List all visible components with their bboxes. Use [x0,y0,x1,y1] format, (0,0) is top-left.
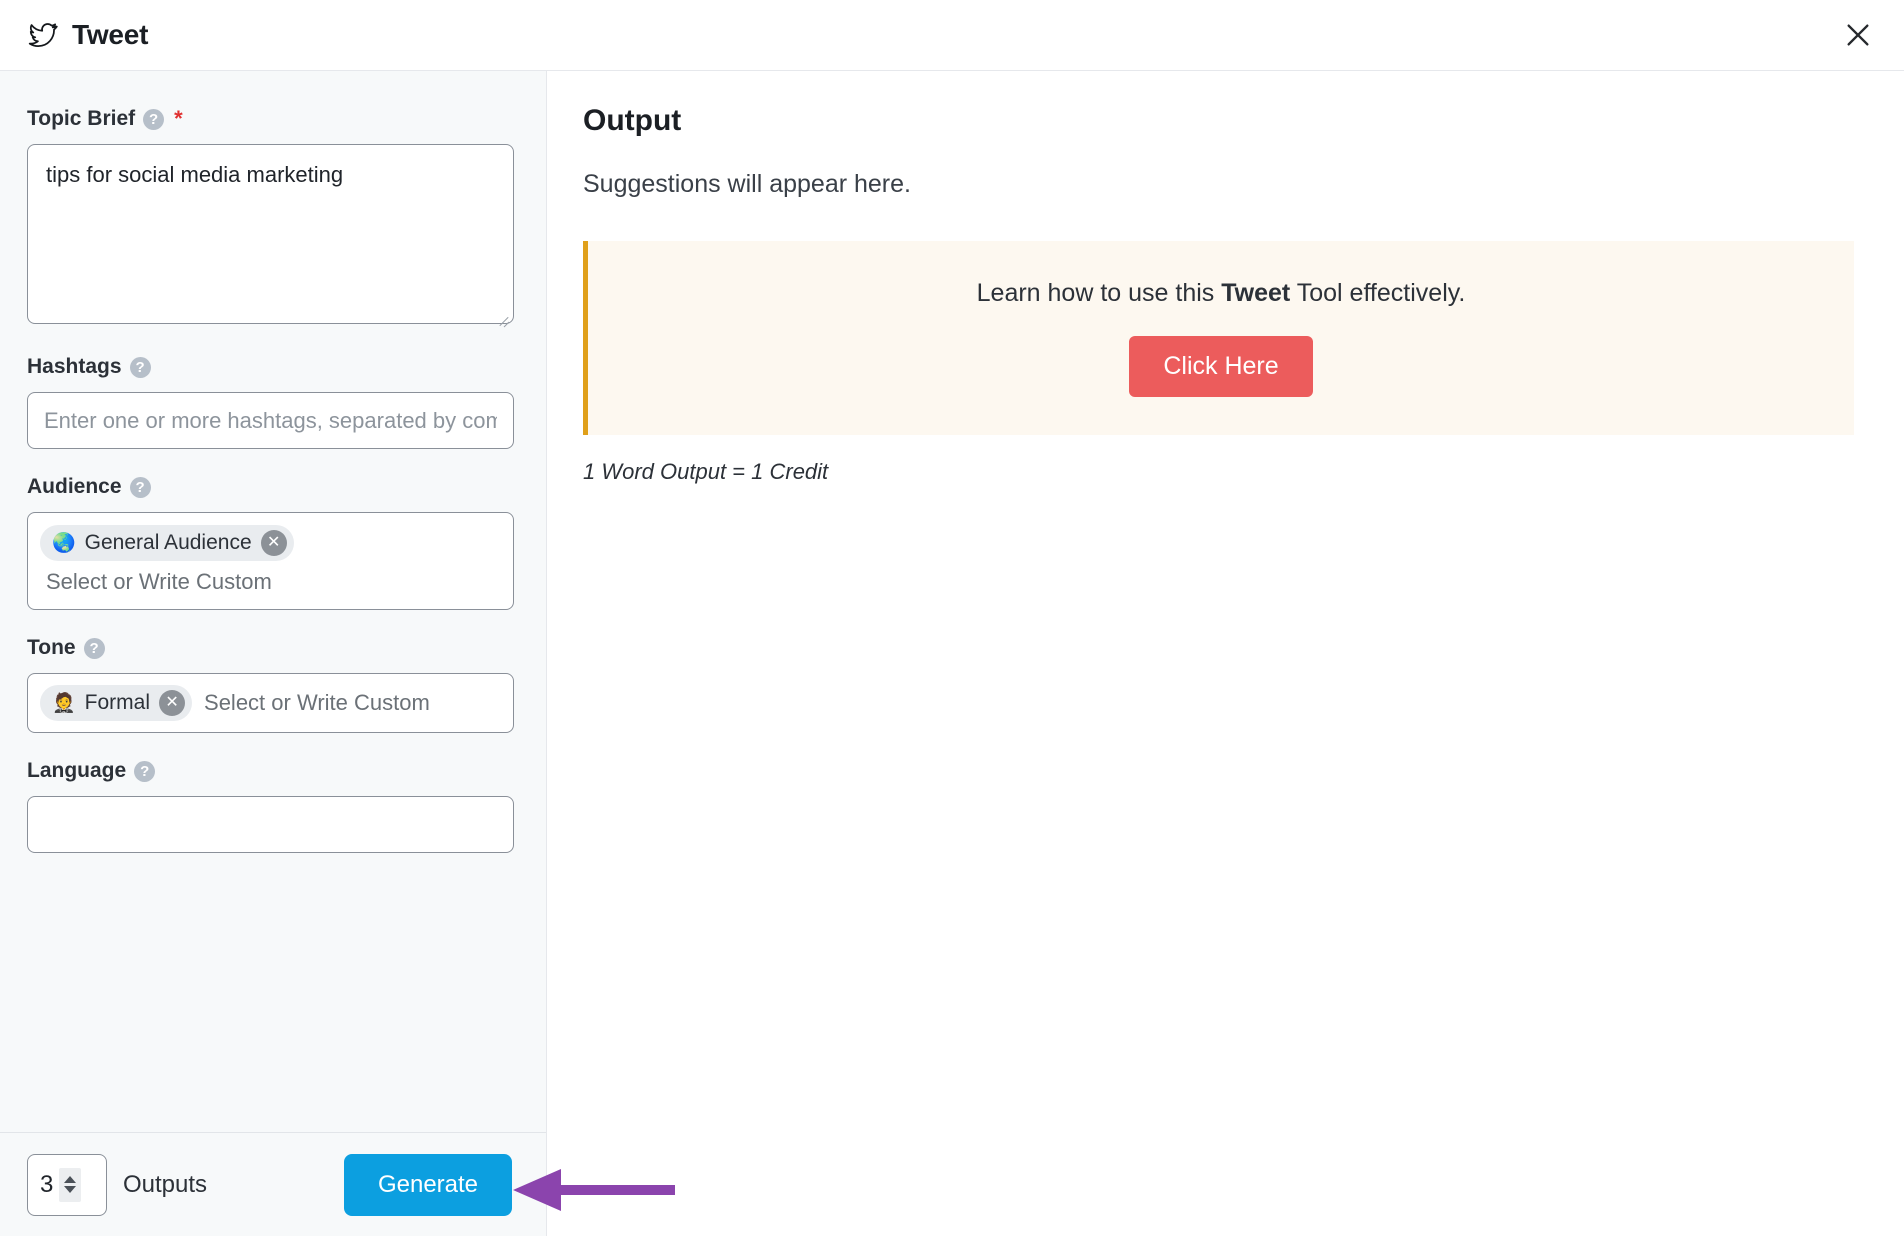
stepper-arrows-icon[interactable] [59,1167,82,1202]
field-language: Language ? [27,759,514,853]
modal-body: Topic Brief ? * Hashtags ? [0,71,1904,1236]
field-hashtags: Hashtags ? [27,355,514,449]
outputs-count[interactable]: 3 [40,1171,53,1199]
output-pane: Output Suggestions will appear here. Lea… [547,71,1904,1236]
globe-icon: 🌏 [52,532,76,554]
help-icon[interactable]: ? [83,637,105,659]
stepper-down-icon[interactable] [64,1186,77,1193]
outputs-label: Outputs [123,1170,208,1198]
field-topic-brief: Topic Brief ? * [27,107,514,329]
field-audience: Audience ? 🌏 General Audience ✕ Select o… [27,475,514,610]
tweet-tool-modal: Tweet Topic Brief ? * tips for social me… [0,0,1904,1236]
output-subtitle: Suggestions will appear here. [583,170,911,198]
remove-chip-icon[interactable]: ✕ [260,530,287,556]
hashtags-label-row: Hashtags ? [27,355,513,379]
help-icon[interactable]: ? [134,760,156,782]
language-input[interactable] [27,796,514,853]
modal-header-left: Tweet [28,19,148,51]
twitter-bird-icon [28,20,58,50]
audience-chip: 🌏 General Audience ✕ [40,525,294,561]
tone-multiselect[interactable]: 🤵 Formal ✕ Select or Write Custom [27,673,514,733]
tone-chip: 🤵 Formal ✕ [40,685,193,721]
help-icon[interactable]: ? [143,108,165,130]
help-icon[interactable]: ? [129,356,151,378]
generate-button[interactable]: Generate [344,1153,512,1216]
close-icon[interactable] [1838,15,1878,55]
info-banner: Learn how to use this Tweet Tool effecti… [583,241,1854,435]
output-title: Output [583,104,682,137]
hashtags-label: Hashtags [27,355,122,378]
banner-text-before: Learn how to use this [976,279,1222,307]
help-icon[interactable]: ? [129,476,151,498]
audience-label: Audience [27,475,122,498]
language-label: Language [27,759,127,782]
audience-label-row: Audience ? [27,475,513,499]
modal-header: Tweet [0,0,1904,71]
language-label-row: Language ? [27,759,513,783]
hashtags-input[interactable] [27,392,514,449]
topic-brief-label-row: Topic Brief ? * [27,107,513,131]
banner-text: Learn how to use this Tweet Tool effecti… [608,279,1834,308]
required-marker: * [174,106,183,131]
tone-label: Tone [27,636,76,659]
audience-multiselect[interactable]: 🌏 General Audience ✕ Select or Write Cus… [27,512,514,610]
audience-placeholder[interactable]: Select or Write Custom [40,567,272,595]
credit-note: 1 Word Output = 1 Credit [583,459,829,484]
banner-text-bold: Tweet [1221,279,1291,307]
tone-chip-label: Formal [84,691,151,714]
audience-chip-label: General Audience [84,531,252,554]
person-in-suit-icon: 🤵 [52,692,76,714]
banner-text-after: Tool effectively. [1290,279,1466,307]
field-tone: Tone ? 🤵 Formal ✕ Select or Write Custom [27,636,514,733]
topic-brief-input[interactable] [27,144,514,324]
form-pane: Topic Brief ? * Hashtags ? [0,71,547,1236]
form-scroll-area[interactable]: Topic Brief ? * Hashtags ? [0,71,546,1132]
remove-chip-icon[interactable]: ✕ [159,690,186,716]
stepper-up-icon[interactable] [64,1176,77,1183]
action-bar: 3 Outputs Generate [0,1132,546,1236]
topic-brief-textarea-wrap [27,144,514,329]
click-here-button[interactable]: Click Here [1129,336,1313,397]
page-title: Tweet [72,19,149,50]
topic-brief-label: Topic Brief [27,107,136,130]
outputs-stepper[interactable]: 3 [27,1153,107,1216]
tone-label-row: Tone ? [27,636,513,660]
tone-placeholder[interactable]: Select or Write Custom [200,690,430,716]
